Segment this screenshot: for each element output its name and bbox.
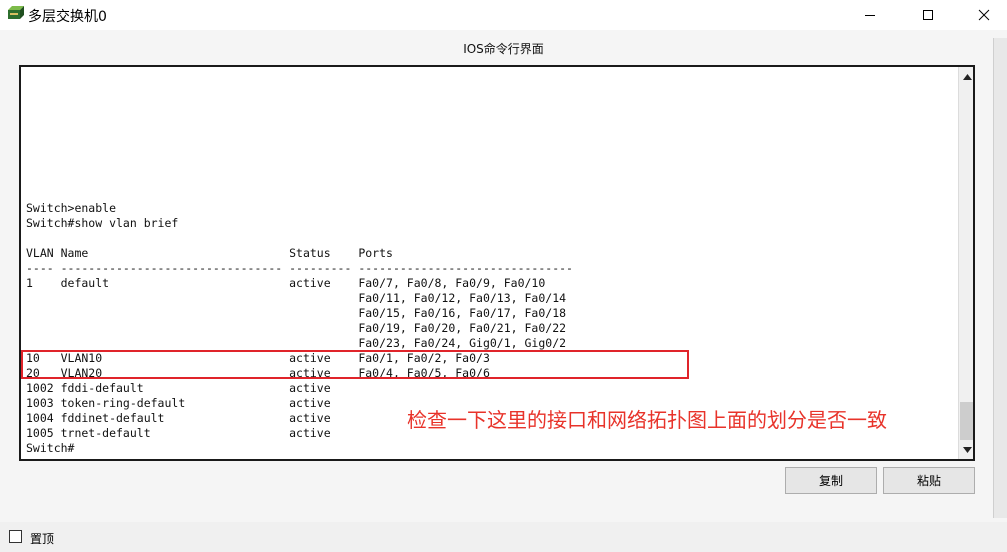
terminal-line: Fa0/23, Fa0/24, Gig0/1, Gig0/2 (26, 336, 567, 350)
terminal-line: Fa0/19, Fa0/20, Fa0/21, Fa0/22 (26, 321, 567, 335)
terminal-line: Switch# (26, 441, 75, 455)
terminal-line: Fa0/11, Fa0/12, Fa0/13, Fa0/14 (26, 291, 567, 305)
scroll-down-button[interactable] (959, 441, 973, 458)
close-button[interactable] (961, 0, 1007, 30)
terminal-line: Switch#show vlan brief (26, 216, 179, 230)
terminal-line: Fa0/15, Fa0/16, Fa0/17, Fa0/18 (26, 306, 567, 320)
cli-terminal[interactable]: Switch>enable Switch#show vlan brief VLAN… (19, 65, 975, 461)
maximize-button[interactable] (905, 0, 951, 30)
scroll-down-arrow-icon (963, 446, 972, 453)
terminal-line: ---- -------------------------------- --… (26, 261, 573, 275)
title-bar: 多层交换机0 (0, 0, 1007, 30)
terminal-line: 1 default active Fa0/7, Fa0/8, Fa0/9, Fa… (26, 276, 546, 290)
terminal-line: 1002 fddi-default active (26, 381, 331, 395)
maximize-icon (923, 10, 933, 20)
outer-scroll-strip (993, 38, 1007, 518)
close-icon (978, 9, 990, 21)
vlan-highlight-box (21, 350, 689, 379)
paste-button[interactable]: 粘贴 (883, 467, 975, 494)
annotation-text: 检查一下这里的接口和网络拓扑图上面的划分是否一致 (407, 408, 887, 432)
footer-bar (0, 522, 1007, 552)
minimize-icon (865, 15, 875, 16)
minimize-button[interactable] (847, 0, 893, 30)
scroll-up-arrow-icon (963, 73, 972, 80)
scroll-up-button[interactable] (959, 68, 973, 85)
cli-caption: IOS命令行界面 (463, 42, 544, 56)
terminal-line: Switch>enable (26, 201, 117, 215)
multilayer-switch-icon (6, 5, 24, 23)
always-on-top-label: 置顶 (30, 532, 55, 546)
terminal-line: VLAN Name Status Ports (26, 246, 393, 260)
always-on-top-checkbox[interactable] (9, 530, 22, 543)
scroll-thumb[interactable] (960, 402, 973, 440)
terminal-scrollbar[interactable] (958, 67, 973, 459)
copy-button[interactable]: 复制 (785, 467, 877, 494)
window-title: 多层交换机0 (28, 9, 107, 25)
